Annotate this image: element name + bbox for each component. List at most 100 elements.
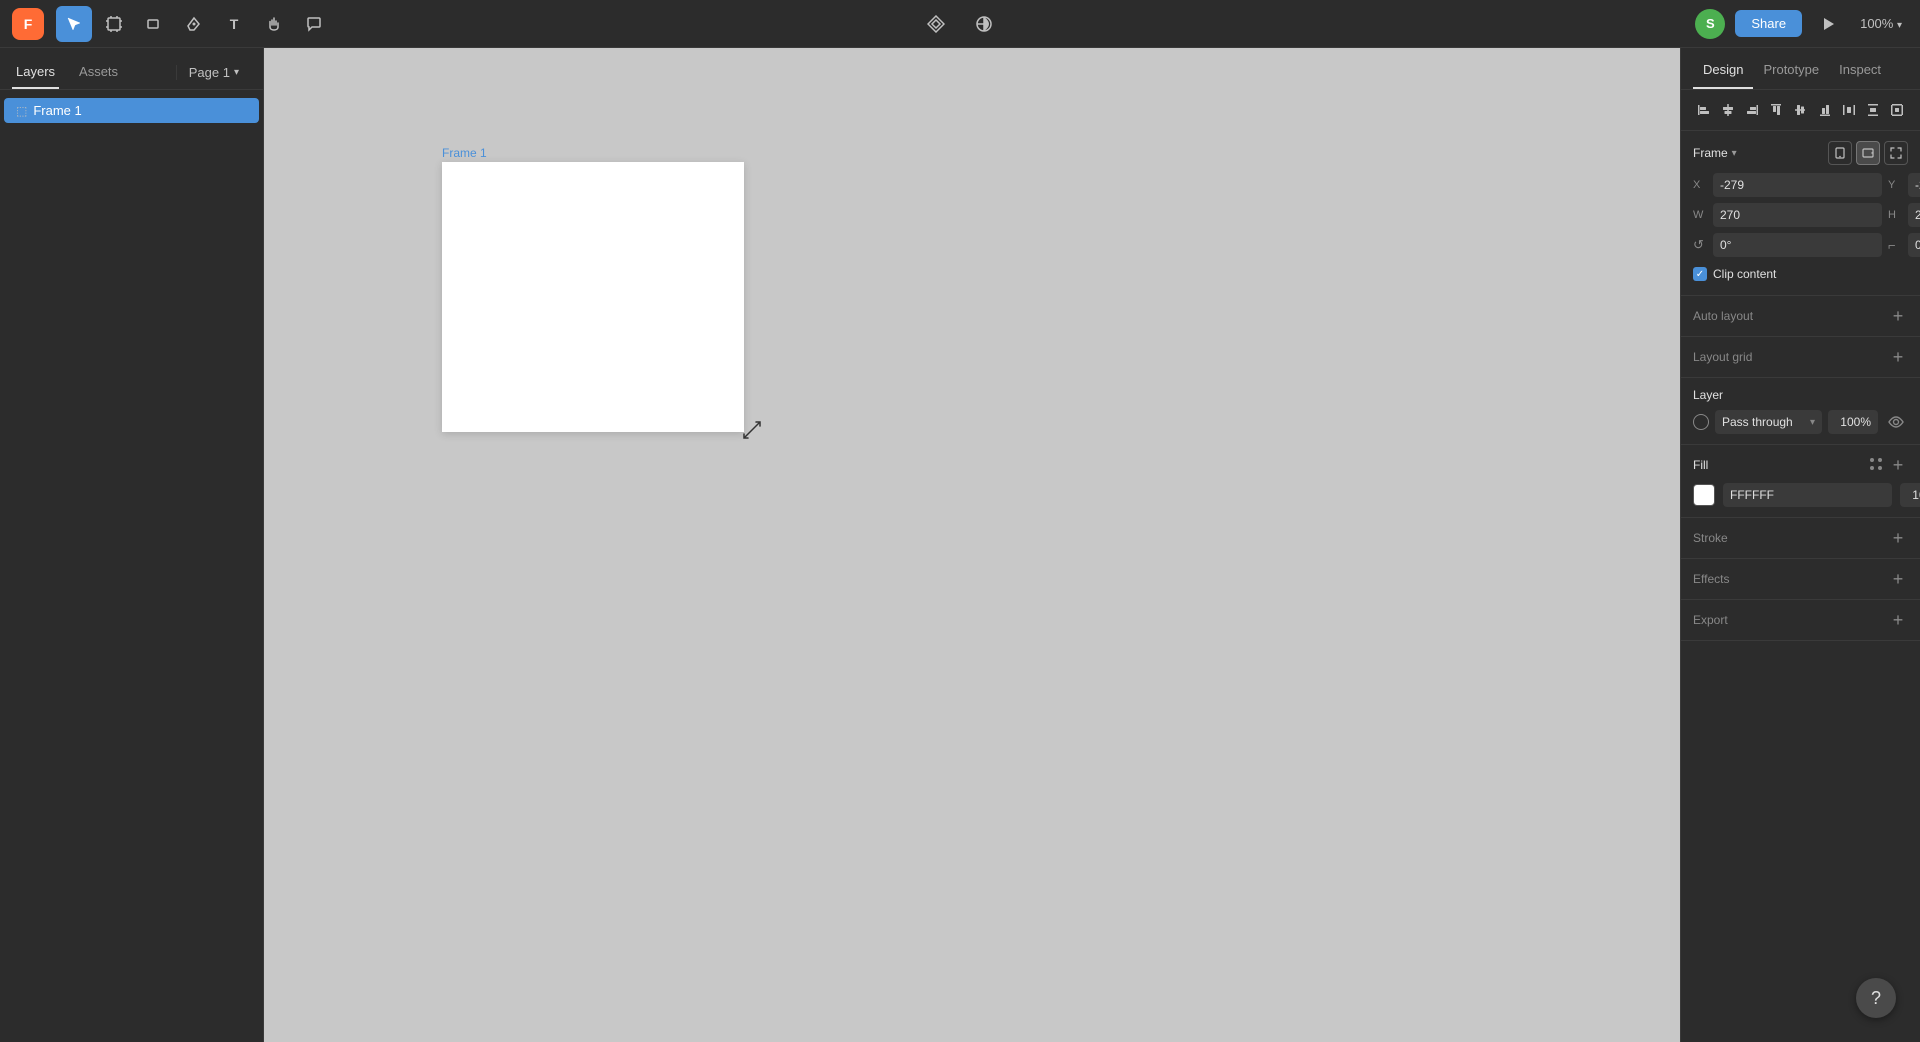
- layer-blend-row: Pass through ▾: [1693, 410, 1908, 434]
- effects-title: Effects: [1693, 572, 1729, 586]
- component-tool[interactable]: [918, 6, 954, 42]
- align-bottom-btn[interactable]: [1814, 98, 1836, 122]
- blend-chevron-icon: ▾: [1810, 417, 1815, 428]
- fill-section: Fill + −: [1681, 445, 1920, 518]
- w-label: W: [1693, 209, 1707, 221]
- hand-tool[interactable]: [256, 6, 292, 42]
- frame-view-icons: [1828, 141, 1908, 165]
- w-input[interactable]: [1713, 203, 1882, 227]
- tab-design[interactable]: Design: [1693, 48, 1753, 89]
- auto-layout-title: Auto layout: [1693, 309, 1753, 323]
- page-selector[interactable]: Page 1 ▾: [176, 65, 251, 80]
- frame-phone-btn[interactable]: [1828, 141, 1852, 165]
- shape-tool[interactable]: [136, 6, 172, 42]
- tab-prototype[interactable]: Prototype: [1753, 48, 1829, 89]
- layer-item-frame1[interactable]: ⬚ Frame 1: [4, 98, 259, 123]
- text-tool[interactable]: T: [216, 6, 252, 42]
- distribute-v-btn[interactable]: [1862, 98, 1884, 122]
- export-title: Export: [1693, 613, 1728, 627]
- y-label: Y: [1888, 179, 1902, 191]
- stroke-section[interactable]: Stroke +: [1681, 518, 1920, 559]
- h-label: H: [1888, 209, 1902, 221]
- frame-box[interactable]: [442, 162, 744, 432]
- h-input[interactable]: [1908, 203, 1920, 227]
- fill-add-btn[interactable]: +: [1888, 455, 1908, 475]
- layout-grid-add-btn[interactable]: +: [1888, 347, 1908, 367]
- toolbar: F: [0, 0, 1920, 48]
- y-input[interactable]: [1908, 173, 1920, 197]
- play-button[interactable]: [1812, 8, 1844, 40]
- fill-title: Fill: [1693, 458, 1708, 472]
- layer-name: Frame 1: [33, 103, 81, 118]
- corner-input[interactable]: [1908, 233, 1920, 257]
- frame-properties-section: Frame ▾: [1681, 131, 1920, 296]
- stroke-add-btn[interactable]: +: [1888, 528, 1908, 548]
- theme-tool[interactable]: [966, 6, 1002, 42]
- pen-tool[interactable]: [176, 6, 212, 42]
- tidy-btn[interactable]: [1886, 98, 1908, 122]
- fill-header-icons: +: [1870, 455, 1908, 475]
- frame-section-title: Frame ▾: [1693, 146, 1737, 160]
- effects-section[interactable]: Effects +: [1681, 559, 1920, 600]
- corner-label: ⌐: [1888, 238, 1902, 253]
- layers-tab[interactable]: Layers: [12, 56, 59, 89]
- figma-logo[interactable]: F: [12, 8, 44, 40]
- rotation-corner-row: ↺ ⌐: [1693, 233, 1908, 257]
- blend-mode-select[interactable]: Pass through ▾: [1715, 410, 1822, 434]
- visibility-toggle-btn[interactable]: [1884, 410, 1908, 434]
- assets-tab[interactable]: Assets: [75, 56, 122, 89]
- comment-tool[interactable]: [296, 6, 332, 42]
- main-layout: Layers Assets Page 1 ▾ ⬚ Frame 1 Frame 1: [0, 48, 1920, 1042]
- canvas-area[interactable]: Frame 1: [264, 48, 1680, 1042]
- tab-inspect[interactable]: Inspect: [1829, 48, 1891, 89]
- fill-adjust-icon[interactable]: [1870, 458, 1884, 472]
- export-add-btn[interactable]: +: [1888, 610, 1908, 630]
- clip-content-checkbox[interactable]: ✓: [1693, 267, 1707, 281]
- sidebar-tabs: Layers Assets Page 1 ▾: [0, 48, 263, 90]
- distribute-h-btn[interactable]: [1838, 98, 1860, 122]
- frame-label: Frame 1: [442, 146, 487, 160]
- x-input[interactable]: [1713, 173, 1882, 197]
- toolbar-center: [918, 6, 1002, 42]
- move-tool[interactable]: [56, 6, 92, 42]
- auto-layout-add-btn[interactable]: +: [1888, 306, 1908, 326]
- fill-hex-input[interactable]: [1723, 483, 1892, 507]
- align-right-btn[interactable]: [1741, 98, 1763, 122]
- frame-tool[interactable]: [96, 6, 132, 42]
- toolbar-left: F: [12, 6, 332, 42]
- wh-row: W H: [1693, 203, 1908, 227]
- align-center-h-btn[interactable]: [1717, 98, 1739, 122]
- layout-grid-section[interactable]: Layout grid +: [1681, 337, 1920, 378]
- rotation-input[interactable]: [1713, 233, 1882, 257]
- left-sidebar: Layers Assets Page 1 ▾ ⬚ Frame 1: [0, 48, 264, 1042]
- rotation-label: ↺: [1693, 237, 1707, 253]
- clip-content-label: Clip content: [1713, 267, 1776, 281]
- frame-resize-btn[interactable]: [1884, 141, 1908, 165]
- logo-text: F: [24, 16, 33, 32]
- frame-layer-icon: ⬚: [16, 104, 27, 118]
- right-sidebar: Design Prototype Inspect: [1680, 48, 1920, 1042]
- effects-add-btn[interactable]: +: [1888, 569, 1908, 589]
- layer-section: Layer Pass through ▾: [1681, 378, 1920, 445]
- sidebar-content: ⬚ Frame 1: [0, 90, 263, 1042]
- layout-grid-title: Layout grid: [1693, 350, 1752, 364]
- blend-mode-icon: [1693, 414, 1709, 430]
- alignment-row: [1681, 90, 1920, 131]
- fill-opacity-input[interactable]: [1900, 483, 1920, 507]
- resize-cursor-icon: [742, 420, 762, 445]
- fill-section-header: Fill +: [1693, 455, 1908, 475]
- frame-tablet-btn[interactable]: [1856, 141, 1880, 165]
- align-middle-btn[interactable]: [1789, 98, 1811, 122]
- share-button[interactable]: Share: [1735, 10, 1802, 37]
- align-left-btn[interactable]: [1693, 98, 1715, 122]
- export-section[interactable]: Export +: [1681, 600, 1920, 641]
- opacity-input[interactable]: [1828, 410, 1878, 434]
- auto-layout-section[interactable]: Auto layout +: [1681, 296, 1920, 337]
- stroke-title: Stroke: [1693, 531, 1728, 545]
- frame-chevron-icon: ▾: [1732, 148, 1737, 159]
- zoom-label[interactable]: 100% ▾: [1854, 12, 1908, 35]
- tool-group-shape: [136, 6, 172, 42]
- align-top-btn[interactable]: [1765, 98, 1787, 122]
- fill-color-swatch[interactable]: [1693, 484, 1715, 506]
- help-button[interactable]: ?: [1856, 978, 1896, 1018]
